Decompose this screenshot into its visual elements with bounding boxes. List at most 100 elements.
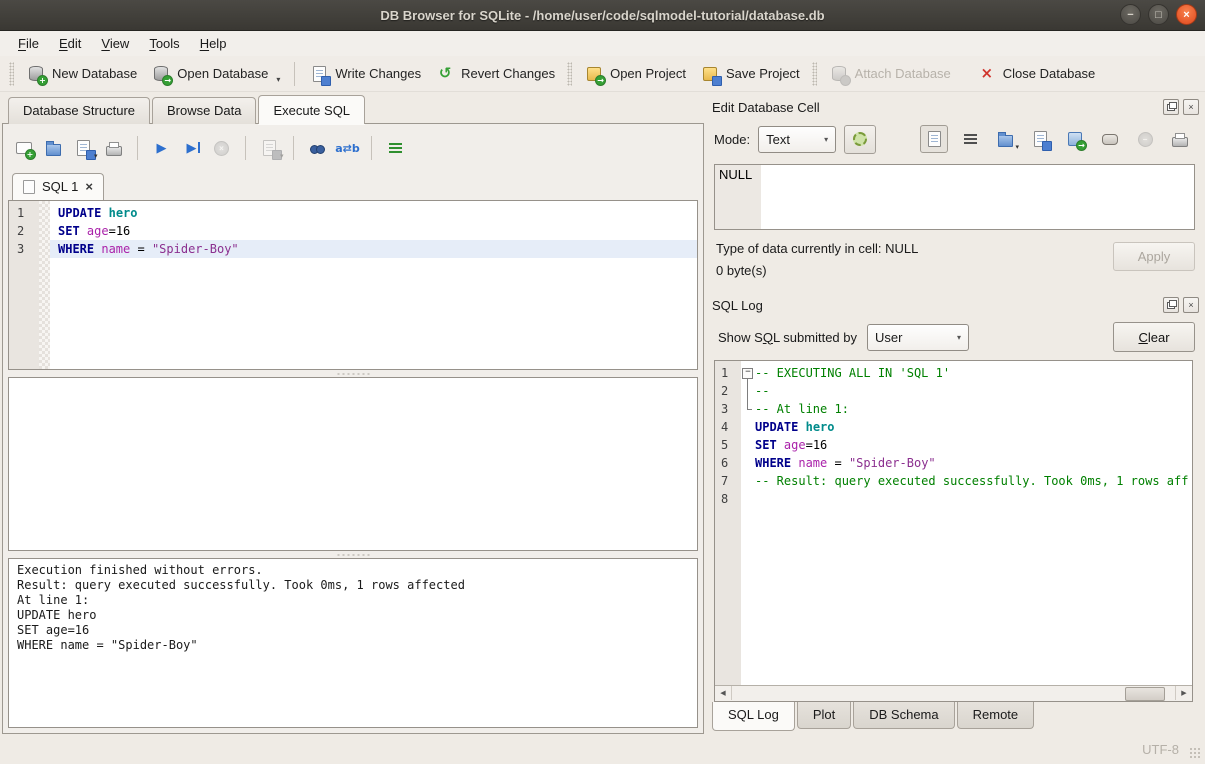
float-dock-icon[interactable] <box>1163 99 1179 115</box>
set-link-icon <box>1100 129 1120 149</box>
line-number: 5 <box>715 436 741 454</box>
statusbar: UTF-8 <box>0 734 1205 764</box>
open-project-button[interactable]: →Open Project <box>577 60 693 88</box>
word-wrap-button[interactable] <box>957 126 983 152</box>
save-sql-file-button[interactable]: ▾ <box>70 135 97 162</box>
sql-doc-tab[interactable]: SQL 1 × <box>12 173 104 200</box>
apply-format-button[interactable] <box>844 125 876 154</box>
log-line: -- At line 1: <box>741 400 1192 418</box>
new-database-button[interactable]: +New Database <box>19 60 144 88</box>
revert-changes-button[interactable]: ↺Revert Changes <box>428 60 562 88</box>
chevron-down-icon: ▾ <box>824 135 828 144</box>
scroll-left-icon[interactable]: ◀ <box>715 686 732 700</box>
close-dock-icon[interactable]: × <box>1183 99 1199 115</box>
message-line: At line 1: <box>17 593 689 608</box>
save-project-button[interactable]: Save Project <box>693 60 807 88</box>
text-view-button[interactable] <box>920 125 948 153</box>
chevron-down-icon[interactable]: ▾ <box>276 75 280 84</box>
export-data-button[interactable] <box>1027 126 1053 152</box>
encoding-indicator: UTF-8 <box>1142 742 1179 757</box>
tab-execute-sql[interactable]: Execute SQL <box>258 95 365 124</box>
attach-database-button[interactable]: Attach Database <box>822 60 958 88</box>
float-dock-icon[interactable] <box>1163 297 1179 313</box>
menu-edit[interactable]: Edit <box>49 33 91 54</box>
fold-guide-end <box>741 400 755 418</box>
export-data-icon <box>1030 129 1050 149</box>
print-cell-button[interactable] <box>1167 126 1193 152</box>
resize-grip[interactable] <box>1189 747 1202 760</box>
stop-execution-button[interactable]: × <box>208 135 235 162</box>
execute-all-button[interactable]: ▶ <box>148 135 175 162</box>
set-null-button[interactable]: − <box>1132 126 1158 152</box>
toolbar-button-label: Close Database <box>1003 66 1096 81</box>
sql-editor[interactable]: 123 UPDATE heroSET age=16WHERE name = "S… <box>8 200 698 370</box>
dock-tab-sql-log[interactable]: SQL Log <box>712 702 795 731</box>
maximize-button[interactable]: □ <box>1148 4 1169 25</box>
set-link-button[interactable] <box>1097 126 1123 152</box>
save-results-button[interactable]: ▾ <box>256 135 283 162</box>
log-line: UPDATE hero <box>741 418 1192 436</box>
execute-all-icon: ▶ <box>152 138 172 158</box>
menubar: FileEditViewToolsHelp <box>0 31 1205 56</box>
toolbar-button-label: Open Database <box>177 66 268 81</box>
line-number: 7 <box>715 472 741 490</box>
scroll-right-icon[interactable]: ▶ <box>1175 686 1192 700</box>
splitter-handle[interactable] <box>8 370 698 377</box>
minimize-button[interactable]: − <box>1120 4 1141 25</box>
menu-file[interactable]: File <box>8 33 49 54</box>
toolbar-separator <box>137 136 138 160</box>
tab-browse-data[interactable]: Browse Data <box>152 97 256 124</box>
menu-tools[interactable]: Tools <box>139 33 189 54</box>
write-changes-icon <box>309 64 329 84</box>
dock-tab-plot[interactable]: Plot <box>797 702 851 729</box>
fold-collapse-icon[interactable]: − <box>741 364 755 382</box>
apply-button[interactable]: Apply <box>1113 242 1195 271</box>
menu-view[interactable]: View <box>91 33 139 54</box>
splitter-handle[interactable] <box>8 551 698 558</box>
execute-sql-panel: + ▾ ▶ ▶ × ▾ a⇄b SQL 1 × 123 UPDATE heroSET age… <box>2 124 704 734</box>
import-data-button[interactable]: ▾ <box>992 126 1018 152</box>
execute-current-line-icon: ▶ <box>182 138 202 158</box>
open-database-button[interactable]: →Open Database▾ <box>144 60 287 88</box>
find-replace-button[interactable]: a⇄b <box>334 135 361 162</box>
close-database-icon: × <box>977 64 997 84</box>
format-sql-button[interactable] <box>382 135 409 162</box>
results-grid[interactable] <box>8 377 698 551</box>
close-dock-icon[interactable]: × <box>1183 297 1199 313</box>
find-button[interactable] <box>304 135 331 162</box>
cell-value-editor[interactable]: NULL <box>714 164 1195 230</box>
dock-tab-remote[interactable]: Remote <box>957 702 1035 729</box>
mode-label: Mode: <box>714 132 750 147</box>
print-sql-button[interactable] <box>100 135 127 162</box>
tab-database-structure[interactable]: Database Structure <box>8 97 150 124</box>
execution-messages[interactable]: Execution finished without errors.Result… <box>8 558 698 728</box>
sql-log-filter-select[interactable]: User ▾ <box>867 324 969 351</box>
fold-spacer <box>741 454 755 472</box>
menu-help[interactable]: Help <box>190 33 237 54</box>
right-dock: Edit Database Cell × Mode: Text ▾ ▾→− NU… <box>704 92 1203 734</box>
revert-changes-icon: ↺ <box>435 64 455 84</box>
scrollbar-thumb[interactable] <box>1125 687 1165 701</box>
line-number: 1 <box>9 204 39 222</box>
close-database-button[interactable]: × Close Database <box>970 60 1103 88</box>
toolbar-button-label: New Database <box>52 66 137 81</box>
close-button[interactable]: × <box>1176 4 1197 25</box>
cell-mode-select[interactable]: Text ▾ <box>758 126 836 153</box>
clear-log-button[interactable]: Clear <box>1113 322 1195 352</box>
execute-current-line-button[interactable]: ▶ <box>178 135 205 162</box>
cell-editor-toolbar: ▾ → − <box>920 125 1197 153</box>
write-changes-button[interactable]: Write Changes <box>302 60 428 88</box>
line-number: 1 <box>715 364 741 382</box>
find-replace-icon: a⇄b <box>338 138 358 158</box>
close-tab-icon[interactable]: × <box>85 180 93 193</box>
horizontal-scrollbar[interactable]: ◀ ▶ <box>715 685 1192 701</box>
set-null-icon: − <box>1135 129 1155 149</box>
toolbar-button-label: Attach Database <box>855 66 951 81</box>
open-sql-file-button[interactable] <box>40 135 67 162</box>
open-sql-tab-button[interactable]: + <box>10 135 37 162</box>
toolbar-separator <box>294 62 295 86</box>
fold-spacer <box>741 472 755 490</box>
dock-tab-db-schema[interactable]: DB Schema <box>853 702 954 729</box>
sql-log-view[interactable]: 12345678 −-- EXECUTING ALL IN 'SQL 1'---… <box>715 361 1192 685</box>
open-external-button[interactable]: → <box>1062 126 1088 152</box>
